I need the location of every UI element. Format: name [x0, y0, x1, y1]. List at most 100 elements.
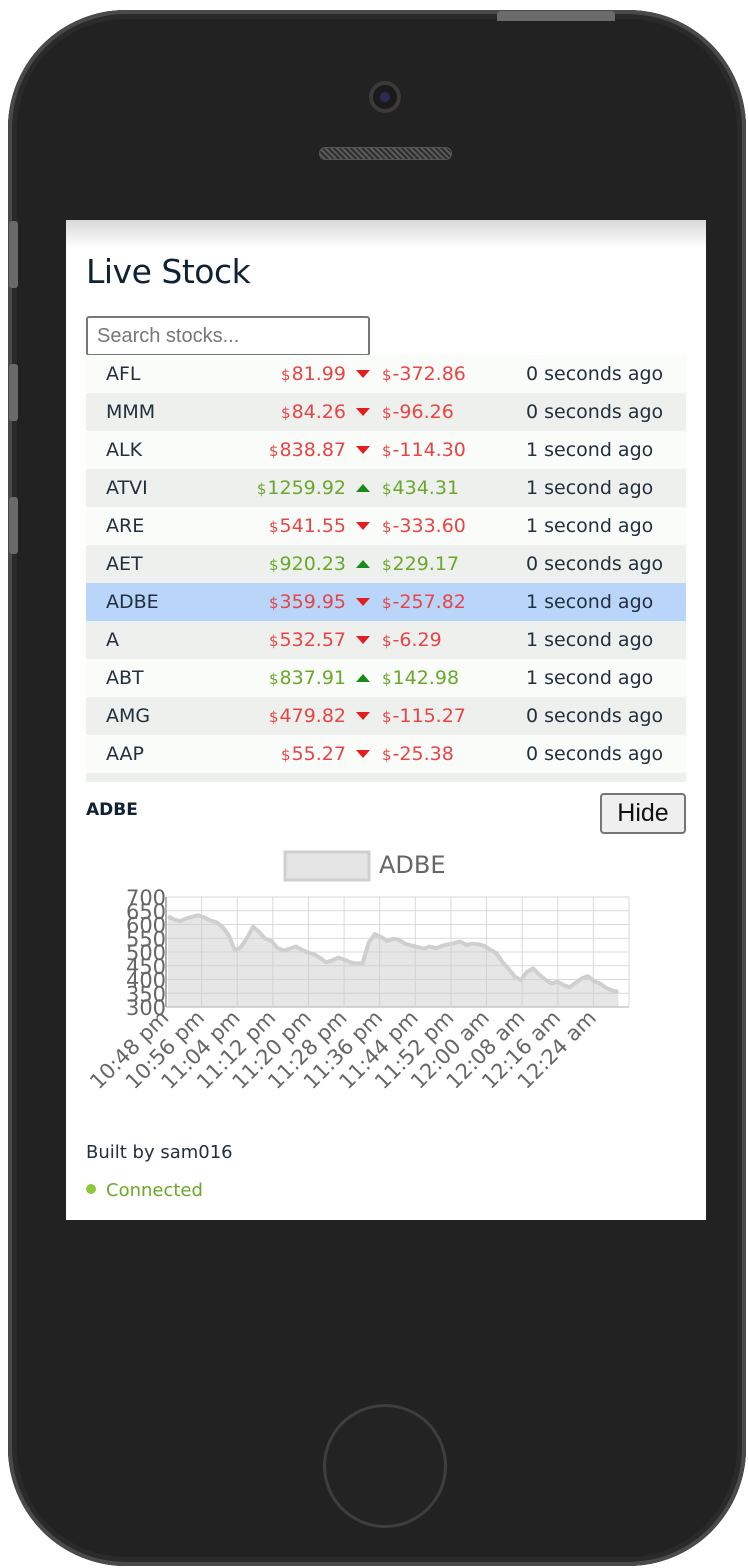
- stock-table[interactable]: AFL $81.99 $-372.86 0 seconds ago MMM $84.26 $…: [86, 355, 686, 782]
- stock-price: $84.26: [281, 393, 346, 432]
- volume-up-button: [9, 364, 18, 421]
- currency-symbol: $: [382, 366, 392, 384]
- last-updated: 0 seconds ago: [526, 553, 664, 575]
- y-tick-label: 700: [126, 886, 166, 910]
- currency-symbol: $: [256, 480, 267, 498]
- stock-price: $81.99: [281, 355, 346, 394]
- table-row[interactable]: ARE $541.55 $-333.60 1 second ago: [86, 507, 686, 545]
- last-updated: 1 second ago: [526, 591, 654, 613]
- stock-symbol: AET: [106, 553, 143, 575]
- currency-symbol: $: [382, 746, 392, 764]
- triangle-icon: [356, 370, 370, 378]
- last-updated: 1 second ago: [526, 477, 654, 499]
- triangle-icon: [356, 712, 370, 720]
- table-row[interactable]: [86, 773, 686, 782]
- currency-symbol: $: [382, 480, 392, 498]
- stock-symbol: ARE: [106, 515, 145, 537]
- stock-change: $229.17: [382, 545, 459, 584]
- price-value: 532.57: [279, 629, 346, 651]
- stock-change: $-333.60: [382, 507, 466, 546]
- change-value: -96.26: [392, 401, 454, 423]
- currency-symbol: $: [382, 442, 392, 460]
- stock-symbol: A: [106, 629, 119, 651]
- stock-change: $-257.82: [382, 583, 466, 622]
- legend-label: ADBE: [379, 851, 446, 879]
- currency-symbol: $: [268, 594, 279, 612]
- price-value: 81.99: [291, 363, 346, 385]
- connection-status: Connected: [86, 1180, 203, 1201]
- stock-symbol: AAP: [106, 743, 144, 765]
- table-row[interactable]: ALK $838.87 $-114.30 1 second ago: [86, 431, 686, 469]
- volume-down-button: [9, 497, 18, 554]
- price-value: 359.95: [279, 591, 346, 613]
- stock-price: $837.91: [269, 659, 346, 698]
- price-value: 84.26: [291, 401, 346, 423]
- triangle-icon: [356, 598, 370, 606]
- arrow-down-icon: [356, 697, 370, 735]
- table-row[interactable]: A $532.57 $-6.29 1 second ago: [86, 621, 686, 659]
- currency-symbol: $: [382, 518, 392, 536]
- stock-change: $-96.26: [382, 393, 454, 432]
- table-row[interactable]: AET $920.23 $229.17 0 seconds ago: [86, 545, 686, 583]
- header-shadow: [66, 220, 706, 248]
- table-row[interactable]: ADBE $359.95 $-257.82 1 second ago: [86, 583, 686, 621]
- stock-price: $1259.92: [257, 469, 346, 508]
- table-row[interactable]: ABT $837.91 $142.98 1 second ago: [86, 659, 686, 697]
- triangle-icon: [356, 522, 370, 530]
- stock-change: $-114.30: [382, 431, 466, 470]
- currency-symbol: $: [281, 366, 291, 384]
- triangle-icon: [356, 408, 370, 416]
- stock-symbol: AFL: [106, 363, 141, 385]
- mute-switch: [9, 221, 18, 288]
- stock-price: $838.87: [269, 431, 346, 470]
- price-value: 1259.92: [267, 477, 346, 499]
- stock-price: $479.82: [269, 697, 346, 736]
- currency-symbol: $: [268, 518, 279, 536]
- change-value: -333.60: [392, 515, 466, 537]
- price-chart: ADBE30035040045050055060065070010:48 pm1…: [85, 850, 630, 1094]
- last-updated: 1 second ago: [526, 667, 654, 689]
- currency-symbol: $: [382, 404, 392, 422]
- change-value: -25.38: [392, 743, 454, 765]
- triangle-icon: [356, 560, 370, 568]
- currency-symbol: $: [382, 670, 392, 688]
- stock-change: $-115.27: [382, 697, 466, 736]
- screen: Live Stock AFL$81.99$-372.860 seconds ag…: [66, 220, 706, 1220]
- stock-change: $142.98: [382, 659, 459, 698]
- arrow-up-icon: [356, 469, 370, 507]
- stock-change: $-25.38: [382, 735, 454, 774]
- table-row[interactable]: ATVI $1259.92 $434.31 1 second ago: [86, 469, 686, 507]
- currency-symbol: $: [382, 632, 392, 650]
- stock-symbol: ATVI: [106, 477, 148, 499]
- stock-price: $532.57: [269, 621, 346, 660]
- currency-symbol: $: [268, 556, 279, 574]
- arrow-up-icon: [356, 659, 370, 697]
- detail-symbol: ADBE: [86, 800, 138, 820]
- table-row[interactable]: AMG $479.82 $-115.27 0 seconds ago: [86, 697, 686, 735]
- currency-symbol: $: [268, 632, 279, 650]
- last-updated: 0 seconds ago: [526, 743, 664, 765]
- triangle-icon: [356, 446, 370, 454]
- table-row[interactable]: MMM $84.26 $-96.26 0 seconds ago: [86, 393, 686, 431]
- hide-button[interactable]: Hide: [600, 793, 686, 834]
- currency-symbol: $: [268, 442, 279, 460]
- price-value: 479.82: [279, 705, 346, 727]
- status-label: Connected: [106, 1180, 203, 1201]
- arrow-down-icon: [356, 735, 370, 773]
- stock-price: $359.95: [269, 583, 346, 622]
- stock-change: $434.31: [382, 469, 459, 508]
- table-row[interactable]: AFL $81.99 $-372.86 0 seconds ago: [86, 355, 686, 393]
- table-row[interactable]: AAP $55.27 $-25.38 0 seconds ago: [86, 735, 686, 773]
- triangle-icon: [356, 750, 370, 758]
- last-updated: 0 seconds ago: [526, 363, 664, 385]
- last-updated: 1 second ago: [526, 439, 654, 461]
- currency-symbol: $: [281, 746, 291, 764]
- stock-price: $55.27: [281, 735, 346, 774]
- price-value: 920.23: [279, 553, 346, 575]
- search-input[interactable]: [86, 316, 370, 356]
- arrow-down-icon: [356, 355, 370, 393]
- triangle-icon: [356, 636, 370, 644]
- stock-symbol: ADBE: [106, 591, 159, 613]
- price-value: 838.87: [279, 439, 346, 461]
- home-button[interactable]: [323, 1404, 447, 1528]
